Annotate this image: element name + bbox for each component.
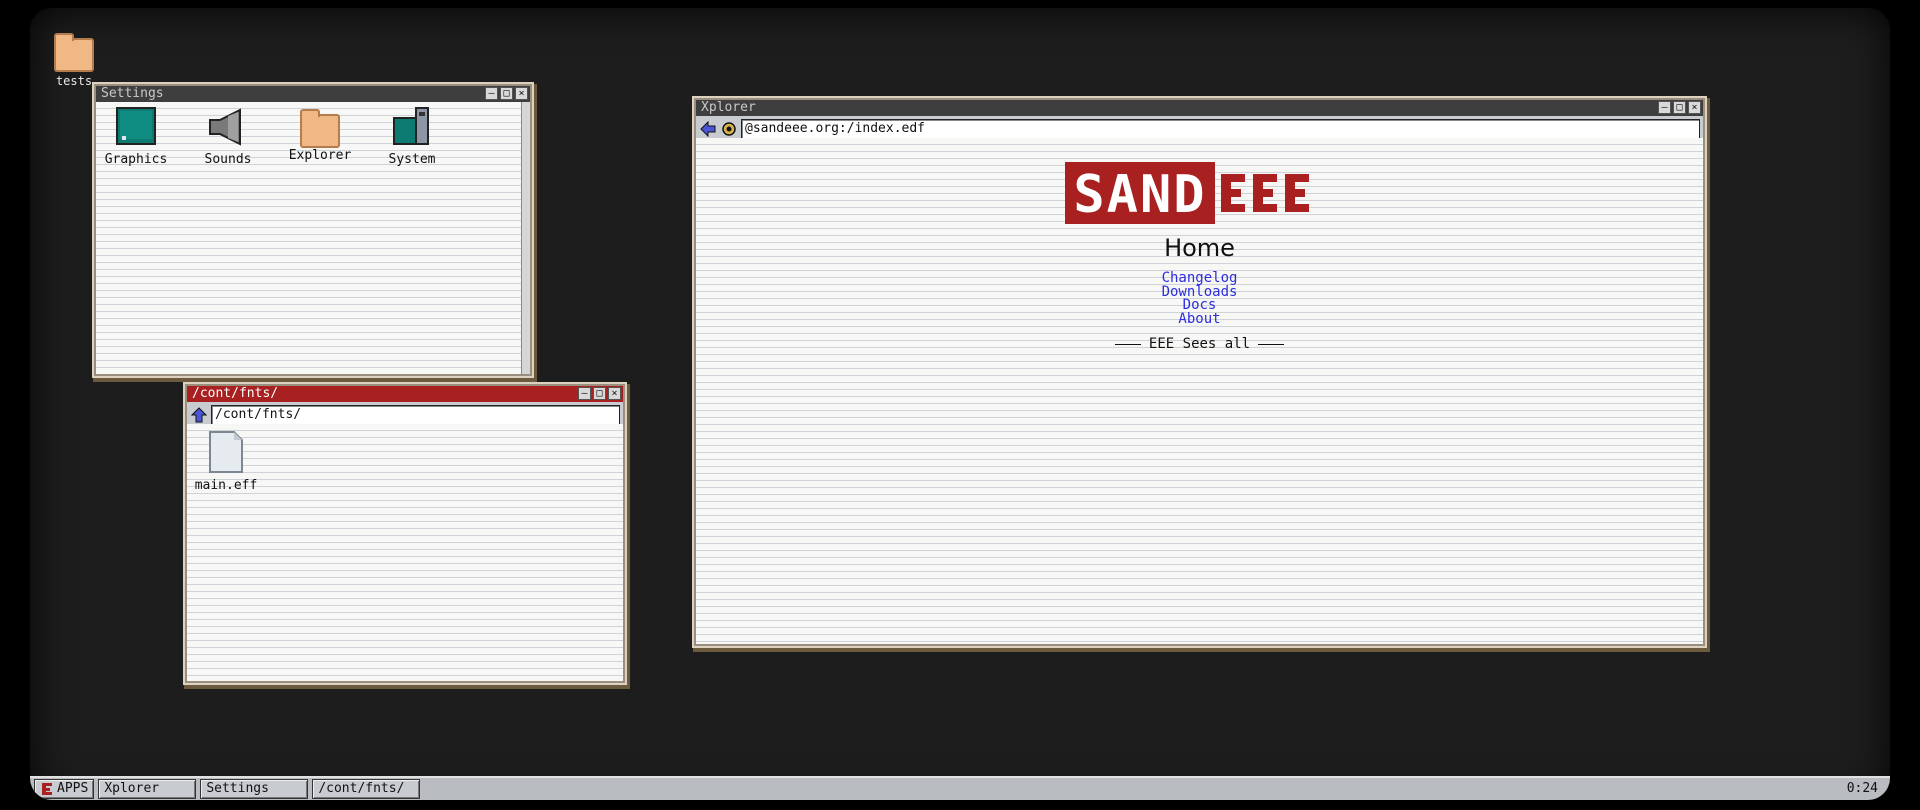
file-icon bbox=[209, 431, 243, 473]
minimize-button[interactable]: – bbox=[485, 87, 498, 100]
apps-label: APPS bbox=[57, 781, 89, 796]
window-title: Settings bbox=[101, 86, 164, 101]
close-button[interactable]: × bbox=[608, 387, 621, 400]
maximize-button[interactable]: □ bbox=[593, 387, 606, 400]
taskbar: APPS Xplorer Settings /cont/fnts/ 0:24 bbox=[30, 776, 1890, 800]
window-title: /cont/fnts/ bbox=[192, 386, 279, 401]
files-titlebar[interactable]: /cont/fnts/ – □ × bbox=[187, 386, 623, 402]
desktop-icon-tests[interactable]: tests bbox=[44, 33, 104, 88]
apps-button[interactable]: APPS bbox=[34, 779, 95, 799]
task-xplorer[interactable]: Xplorer bbox=[98, 779, 197, 799]
xplorer-titlebar[interactable]: Xplorer – □ × bbox=[696, 100, 1703, 116]
settings-item-system[interactable]: System bbox=[372, 104, 452, 167]
monitor-icon bbox=[116, 107, 156, 145]
divider bbox=[1114, 343, 1141, 345]
path-input[interactable]: /cont/fnts/ bbox=[211, 405, 620, 425]
xplorer-window: Xplorer – □ × @sandeee.org:/index.edf SA… bbox=[694, 98, 1705, 646]
file-item-label: main.eff bbox=[194, 478, 258, 493]
settings-item-label: Sounds bbox=[204, 152, 252, 167]
up-arrow-icon bbox=[191, 407, 207, 423]
footer-text: EEE Sees all bbox=[1148, 336, 1251, 352]
minimize-button[interactable]: – bbox=[578, 387, 591, 400]
refresh-button[interactable] bbox=[720, 120, 738, 138]
settings-item-graphics[interactable]: Graphics bbox=[96, 106, 176, 167]
task-files[interactable]: /cont/fnts/ bbox=[312, 779, 421, 799]
files-content: main.eff bbox=[187, 424, 623, 681]
xplorer-page: SAND Home Changelog Downloads Docs About… bbox=[696, 138, 1703, 644]
maximize-button[interactable]: □ bbox=[1673, 101, 1686, 114]
clock: 0:24 bbox=[1846, 781, 1878, 796]
url-input[interactable]: @sandeee.org:/index.edf bbox=[741, 119, 1700, 139]
link-about[interactable]: About bbox=[696, 312, 1703, 327]
files-window: /cont/fnts/ – □ × /cont/fnts/ main.eff bbox=[185, 384, 625, 683]
desktop-screen: tests Settings – □ × Graphics Sounds Exp… bbox=[30, 8, 1890, 800]
folder-icon bbox=[300, 109, 340, 148]
up-arrow-button[interactable] bbox=[190, 406, 208, 424]
folder-icon bbox=[54, 33, 94, 72]
settings-titlebar[interactable]: Settings – □ × bbox=[96, 86, 530, 102]
back-arrow-icon bbox=[700, 121, 716, 137]
maximize-button[interactable]: □ bbox=[500, 87, 513, 100]
page-links: Changelog Downloads Docs About bbox=[696, 271, 1703, 327]
file-item[interactable]: main.eff bbox=[187, 430, 265, 493]
vertical-scrollbar[interactable] bbox=[521, 102, 530, 374]
settings-content: Graphics Sounds Explorer System bbox=[96, 102, 522, 374]
minimize-button[interactable]: – bbox=[1658, 101, 1671, 114]
page-heading: Home bbox=[1164, 234, 1235, 262]
settings-item-label: Explorer bbox=[288, 148, 352, 163]
close-button[interactable]: × bbox=[515, 87, 528, 100]
sandeee-logo-icon: SAND bbox=[1064, 162, 1309, 224]
sandeee-logo: SAND bbox=[696, 162, 1703, 224]
close-button[interactable]: × bbox=[1688, 101, 1701, 114]
settings-window: Settings – □ × Graphics Sounds Explorer … bbox=[94, 84, 532, 376]
refresh-icon bbox=[722, 122, 736, 136]
computer-icon bbox=[393, 107, 429, 145]
settings-item-label: System bbox=[388, 152, 436, 167]
settings-item-sounds[interactable]: Sounds bbox=[188, 106, 268, 167]
divider bbox=[1258, 343, 1285, 345]
back-button[interactable] bbox=[699, 120, 717, 138]
settings-item-label: Graphics bbox=[104, 152, 168, 167]
task-settings[interactable]: Settings bbox=[200, 779, 309, 799]
sandeee-logo-icon bbox=[42, 783, 52, 795]
window-title: Xplorer bbox=[701, 100, 756, 115]
speaker-icon bbox=[209, 108, 241, 146]
svg-text:SAND: SAND bbox=[1073, 165, 1206, 224]
settings-item-explorer[interactable]: Explorer bbox=[280, 106, 360, 163]
page-footer: EEE Sees all bbox=[696, 336, 1703, 352]
